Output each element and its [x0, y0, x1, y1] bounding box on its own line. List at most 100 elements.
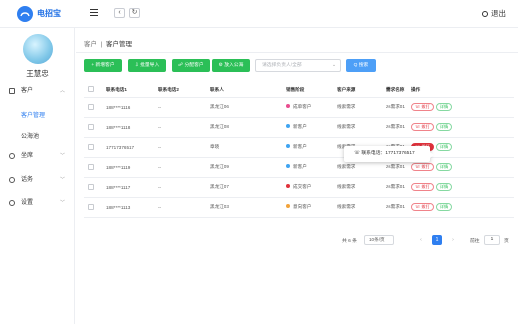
cell-phone2: -- — [158, 197, 210, 218]
breadcrumb-root[interactable]: 客户 — [84, 41, 97, 48]
gear-icon — [9, 200, 15, 206]
detail-button[interactable]: 详情 — [435, 143, 453, 151]
row-checkbox[interactable] — [88, 143, 94, 150]
cell-actions: ☏ 拨打详情 — [411, 117, 514, 138]
sidebar-item-customer-management[interactable]: 客户管理 — [21, 110, 45, 119]
divider — [76, 52, 518, 53]
page-1-button[interactable]: 1 — [432, 235, 442, 245]
stage-dot-icon — [286, 104, 290, 108]
top-bar: 电招宝 ‹ ↻ 退出 — [0, 0, 518, 28]
table-row: 188****1113 -- 黑龙江03 意向客户 线索需求 zs需求01 ☏ 拨打 详情 — [84, 197, 514, 218]
cell-demand: zs需求01 — [386, 177, 411, 198]
batch-import-button[interactable]: ⇩ 批量导入 — [128, 59, 166, 72]
call-button[interactable]: ☏ 拨打 — [411, 183, 434, 191]
menu-toggle-icon[interactable] — [90, 9, 98, 17]
detail-button[interactable]: 详情 — [435, 183, 453, 191]
app-title: 电招宝 — [37, 9, 61, 18]
col-stage: 销售阶段 — [286, 83, 337, 98]
cell-stage: 新客户 — [286, 137, 337, 158]
cell-contact: 黑龙江07 — [210, 177, 286, 198]
refresh-icon[interactable]: ↻ — [129, 8, 140, 18]
col-phone1: 联系电话1 — [106, 83, 158, 98]
cell-phone1: 188****1118 — [106, 117, 158, 138]
total-count: 共 6 条 — [342, 239, 357, 244]
col-demand: 需求名称 — [386, 83, 411, 98]
stage-dot-icon — [286, 144, 290, 148]
detail-button[interactable]: 详情 — [435, 123, 453, 131]
table-row: 188****1118 -- 黑龙江08 新客户 线索需求 zs需求01 ☏ 拨打 详情 — [84, 117, 514, 138]
user-name: 王慧忠 — [26, 69, 49, 78]
detail-button[interactable]: 详情 — [435, 103, 453, 111]
add-customer-button[interactable]: + 新增客户 — [84, 59, 122, 72]
search-button[interactable]: Q 搜索 — [346, 59, 376, 72]
sidebar-item-customers[interactable]: 客户 ︿ — [0, 84, 75, 98]
cell-contact: 黑龙江08 — [210, 117, 286, 138]
detail-button[interactable]: 详情 — [435, 163, 453, 171]
cell-actions: ☏ 拨打详情 — [411, 177, 514, 198]
sidebar-item-public-pool[interactable]: 公海池 — [21, 131, 39, 140]
cell-stage: 意向客户 — [286, 197, 337, 218]
row-checkbox[interactable] — [88, 183, 94, 190]
phone-tooltip: ☏ 联系电话：17717376517 — [344, 146, 434, 162]
call-button[interactable]: ☏ 拨打 — [411, 123, 434, 131]
assign-customer-button[interactable]: ☍ 分配客户 — [172, 59, 210, 72]
table-header: 联系电话1 联系电话2 联系人 销售阶段 客户来源 需求名称 操作 — [84, 83, 514, 98]
goto-page-input[interactable]: 1 — [484, 235, 500, 245]
select-all-checkbox[interactable] — [88, 86, 94, 93]
chevron-down-icon: ﹀ — [59, 200, 65, 206]
avatar — [23, 34, 53, 64]
cell-contact: 黑龙江06 — [210, 97, 286, 118]
sidebar-item-agents[interactable]: 坐席 ﹀ — [0, 149, 75, 163]
row-checkbox[interactable] — [88, 203, 94, 210]
customer-table: 联系电话1 联系电话2 联系人 销售阶段 客户来源 需求名称 操作 188***… — [84, 83, 514, 218]
main-content: 客户 | 客户管理 + 新增客户 ⇩ 批量导入 ☍ 分配客户 ⚙ 放入公海 请选… — [76, 28, 518, 324]
cell-source: 线索需求 — [337, 177, 386, 198]
owner-select[interactable]: 请选择负责人/全部 ⌄ — [255, 59, 341, 72]
prev-page-button[interactable]: ‹ — [416, 235, 426, 245]
calendar-icon — [9, 88, 15, 94]
breadcrumb-separator: | — [100, 41, 103, 48]
cell-phone2: -- — [158, 157, 210, 178]
call-button[interactable]: ☏ 拨打 — [411, 163, 434, 171]
cell-actions: ☏ 拨打详情 — [411, 97, 514, 118]
table-row: 188****1116 -- 黑龙江06 成单客户 线索需求 zs需求01 ☏ 拨打 详情 — [84, 97, 514, 118]
cell-phone1: 188****1116 — [106, 97, 158, 118]
row-checkbox[interactable] — [88, 163, 94, 170]
row-checkbox[interactable] — [88, 103, 94, 110]
cell-contact: 黑龙江09 — [210, 157, 286, 178]
next-page-button[interactable]: › — [448, 235, 458, 245]
cell-demand: zs需求01 — [386, 197, 411, 218]
cell-phone1: 188****1117 — [106, 177, 158, 198]
cell-demand: zs需求01 — [386, 97, 411, 118]
cell-demand: zs需求01 — [386, 117, 411, 138]
table-row: 188****1119 -- 黑龙江09 新客户 线索需求 zs需求01 ☏ 拨打 详情 — [84, 157, 514, 178]
call-button[interactable]: ☏ 拨打 — [411, 203, 434, 211]
goto-label: 前往 — [470, 239, 480, 244]
cell-stage: 成交客户 — [286, 177, 337, 198]
sidebar-item-calls[interactable]: 话务 ﹀ — [0, 173, 75, 187]
table-row: 188****1117 -- 黑龙江07 成交客户 线索需求 zs需求01 ☏ 拨打 详情 — [84, 177, 514, 198]
logout-button[interactable]: 退出 — [482, 8, 506, 19]
sidebar: 王慧忠 客户 ︿ 客户管理 公海池 坐席 ﹀ 话务 ﹀ 设置 ﹀ — [0, 28, 75, 324]
table-row: 17717376517--章晓新客户线索需求zs需求01☏ 拨打详情 — [84, 137, 514, 158]
stage-dot-icon — [286, 184, 290, 188]
cell-source: 线索需求 — [337, 117, 386, 138]
cell-phone2: -- — [158, 177, 210, 198]
detail-button[interactable]: 详情 — [435, 203, 453, 211]
col-actions: 操作 — [411, 83, 514, 98]
chevron-down-icon: ⌄ — [331, 63, 336, 68]
call-button[interactable]: ☏ 拨打 — [411, 103, 434, 111]
page-size-select[interactable]: 10条/页 — [364, 235, 394, 245]
sidebar-item-settings[interactable]: 设置 ﹀ — [0, 196, 75, 210]
chevron-down-icon: ﹀ — [59, 177, 65, 183]
row-checkbox[interactable] — [88, 123, 94, 130]
cell-phone2: -- — [158, 97, 210, 118]
col-contact: 联系人 — [210, 83, 286, 98]
cell-stage: 新客户 — [286, 157, 337, 178]
app-logo — [17, 6, 33, 22]
move-to-pool-button[interactable]: ⚙ 放入公海 — [212, 59, 250, 72]
back-icon[interactable]: ‹ — [114, 8, 125, 18]
col-phone2: 联系电话2 — [158, 83, 210, 98]
col-source: 客户来源 — [337, 83, 386, 98]
cell-contact: 章晓 — [210, 137, 286, 158]
